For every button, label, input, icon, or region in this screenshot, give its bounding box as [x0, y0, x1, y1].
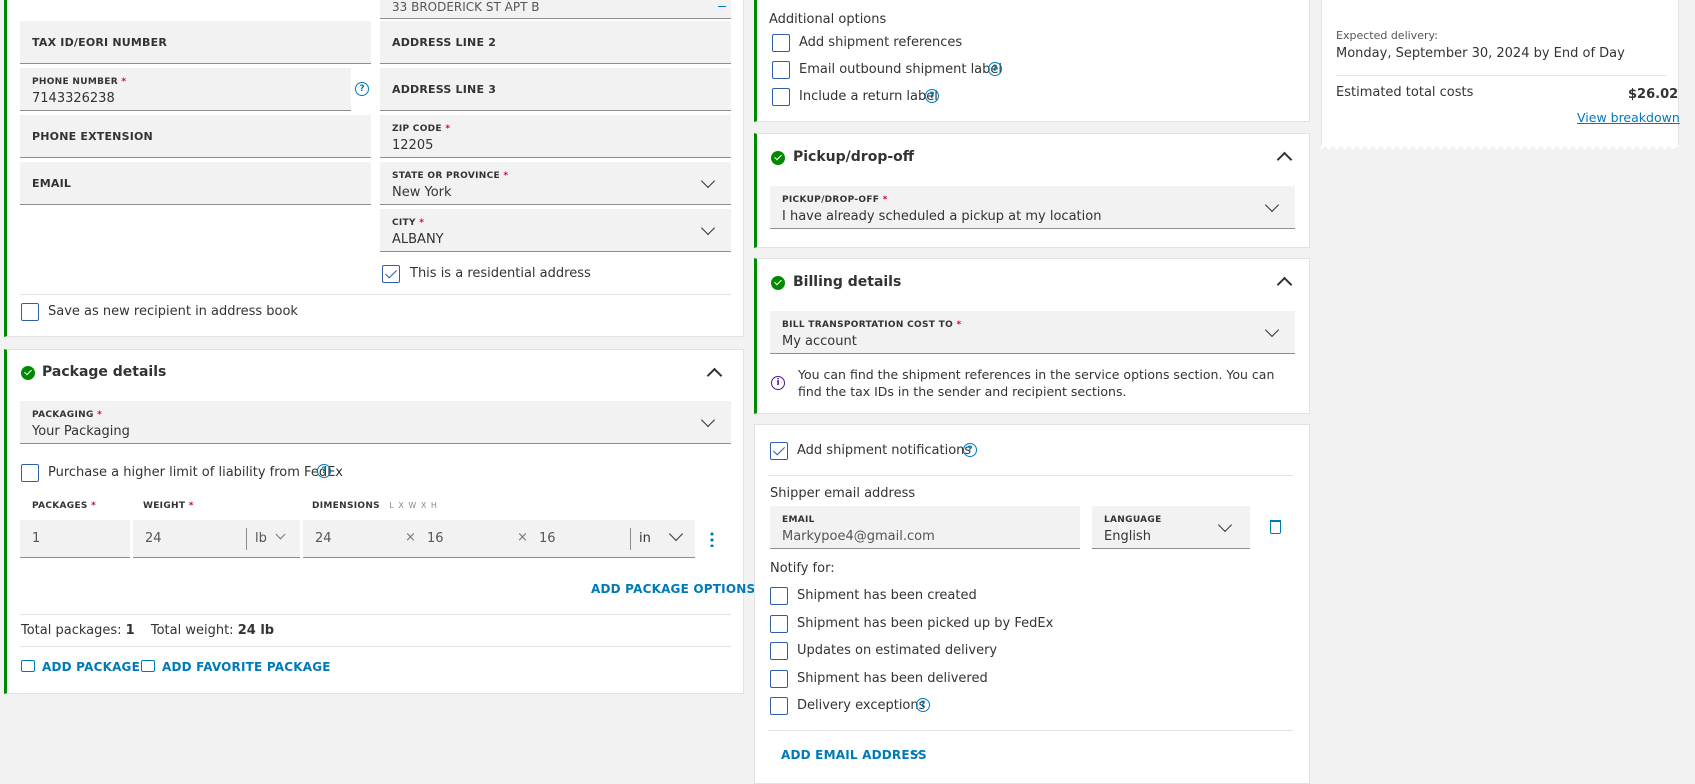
email-label-help-icon[interactable]: ? [988, 62, 1002, 76]
notifications-card: Add shipment notifications ? Shipper ema… [754, 424, 1310, 784]
more-options-icon[interactable] [710, 531, 714, 547]
chevron-down-icon [700, 412, 716, 428]
add-notifications-checkbox[interactable] [770, 442, 788, 460]
chevron-down-icon [1264, 197, 1280, 213]
notify-delivered-checkbox[interactable] [770, 670, 788, 688]
notifications-help-icon[interactable]: ? [963, 443, 977, 457]
shipment-references-checkbox[interactable] [772, 34, 790, 52]
additional-options-title: Additional options [769, 12, 887, 27]
address-help-icon[interactable] [718, 1, 726, 7]
add-package-icon[interactable] [21, 660, 35, 672]
liability-checkbox[interactable] [21, 464, 39, 482]
notify-estimated-checkbox[interactable] [770, 642, 788, 660]
package-details-card: Package details PACKAGING * Your Packagi… [4, 349, 755, 694]
tax-id-field[interactable]: TAX ID/EORI NUMBER [20, 21, 371, 64]
weight-unit-select[interactable]: lb [255, 531, 267, 546]
dim-height[interactable]: 16 [539, 531, 556, 546]
packages-count-input[interactable]: 1 [20, 520, 130, 558]
exceptions-help-icon[interactable]: ? [916, 698, 930, 712]
liability-label: Purchase a higher limit of liability fro… [48, 465, 343, 480]
expected-delivery-value: Monday, September 30, 2024 by End of Day [1336, 46, 1625, 61]
chevron-down-icon [1217, 517, 1233, 533]
language-select[interactable]: LANGUAGE English [1092, 506, 1250, 549]
dim-length[interactable]: 24 [315, 531, 332, 546]
success-check-icon [771, 276, 785, 290]
add-package-link[interactable]: ADD PACKAGE [42, 660, 140, 674]
add-favorite-package-link[interactable]: ADD FAVORITE PACKAGE [162, 660, 331, 674]
packaging-select[interactable]: PACKAGING * Your Packaging [20, 401, 731, 444]
notify-for-label: Notify for: [770, 561, 835, 576]
phone-field[interactable]: PHONE NUMBER * 7143326238 [20, 68, 351, 111]
add-email-address-link[interactable]: ADD EMAIL ADDRESS [781, 748, 927, 762]
weight-input[interactable]: 24 lb [133, 520, 300, 558]
divider [20, 294, 731, 295]
chevron-down-icon [1264, 322, 1280, 338]
chevron-down-icon [700, 173, 716, 189]
address-line2-field[interactable]: ADDRESS LINE 2 [380, 21, 731, 64]
pickup-select[interactable]: PICKUP/DROP-OFF * I have already schedul… [770, 186, 1295, 229]
pickup-card: Pickup/drop-off PICKUP/DROP-OFF * I have… [754, 133, 1310, 248]
address-line3-field[interactable]: ADDRESS LINE 3 [380, 68, 731, 111]
zip-code-field[interactable]: ZIP CODE * 12205 [380, 115, 731, 158]
collapse-chevron-icon[interactable] [1276, 276, 1293, 293]
chevron-down-icon [700, 220, 716, 236]
return-label-label: Include a return label [799, 89, 938, 104]
residential-checkbox[interactable] [382, 265, 400, 283]
shipper-email-title: Shipper email address [770, 486, 916, 501]
shipment-references-label: Add shipment references [799, 35, 963, 50]
estimated-total-label: Estimated total costs [1336, 85, 1474, 100]
notify-estimated-label: Updates on estimated delivery [797, 643, 998, 658]
totals-row: Total packages: 1 Total weight: 24 lb [21, 623, 275, 638]
success-check-icon [771, 151, 785, 165]
return-label-checkbox[interactable] [772, 88, 790, 106]
info-icon: i [771, 376, 785, 390]
additional-options-card: Additional options Add shipment referenc… [754, 0, 1310, 122]
email-label-checkbox[interactable] [772, 61, 790, 79]
notify-picked-up-checkbox[interactable] [770, 615, 788, 633]
bill-transportation-select[interactable]: BILL TRANSPORTATION COST TO * My account [770, 311, 1295, 354]
notify-exceptions-checkbox[interactable] [770, 697, 788, 715]
notify-exceptions-label: Delivery exceptions [797, 698, 926, 713]
notification-email-input[interactable]: EMAIL Markypoe4@gmail.com [770, 506, 1080, 549]
expected-delivery-label: Expected delivery: [1336, 29, 1438, 42]
notify-picked-up-label: Shipment has been picked up by FedEx [797, 616, 1054, 631]
pickup-title: Pickup/drop-off [793, 149, 915, 165]
collapse-chevron-icon[interactable] [1276, 151, 1293, 168]
add-notifications-label: Add shipment notifications [797, 443, 972, 458]
collapse-chevron-icon[interactable] [706, 367, 723, 384]
phone-help-icon[interactable]: ? [355, 82, 369, 96]
billing-title: Billing details [793, 274, 902, 290]
address-line1-field[interactable]: 33 BRODERICK ST APT B [380, 0, 731, 19]
dim-unit-select[interactable]: in [639, 531, 651, 546]
dimensions-input[interactable]: 24 × 16 × 16 in [303, 520, 695, 558]
notify-created-label: Shipment has been created [797, 588, 977, 603]
estimated-total-value: $26.02 [1628, 87, 1679, 102]
view-breakdown-link[interactable]: View breakdown [1577, 110, 1680, 125]
delete-icon[interactable] [1270, 520, 1281, 534]
recipient-card: 33 BRODERICK ST APT B TAX ID/EORI NUMBER… [4, 0, 744, 337]
notify-created-checkbox[interactable] [770, 587, 788, 605]
chevron-down-icon [668, 526, 684, 542]
save-recipient-label: Save as new recipient in address book [48, 304, 298, 319]
receipt-edge [1321, 145, 1679, 151]
notify-delivered-label: Shipment has been delivered [797, 671, 988, 686]
save-recipient-checkbox[interactable] [21, 303, 39, 321]
billing-card: Billing details BILL TRANSPORTATION COST… [754, 258, 1310, 414]
phone-extension-field[interactable]: PHONE EXTENSION [20, 115, 371, 158]
add-package-options-link[interactable]: ADD PACKAGE OPTIONS [591, 582, 755, 596]
package-details-title: Package details [42, 364, 167, 380]
email-field[interactable]: EMAIL [20, 162, 371, 205]
summary-card: Expected delivery: Monday, September 30,… [1321, 0, 1680, 151]
residential-label: This is a residential address [410, 266, 591, 281]
return-label-help-icon[interactable]: ? [925, 89, 939, 103]
dim-width[interactable]: 16 [427, 531, 444, 546]
email-label-label: Email outbound shipment label [799, 62, 1003, 77]
chevron-down-icon [275, 529, 286, 540]
state-select[interactable]: STATE OR PROVINCE * New York [380, 162, 731, 205]
liability-help-icon[interactable]: ? [317, 464, 331, 478]
billing-info-text: You can find the shipment references in … [798, 367, 1275, 399]
success-check-icon [21, 366, 35, 380]
add-favorite-package-icon[interactable] [141, 660, 155, 672]
city-select[interactable]: CITY * ALBANY [380, 209, 731, 252]
